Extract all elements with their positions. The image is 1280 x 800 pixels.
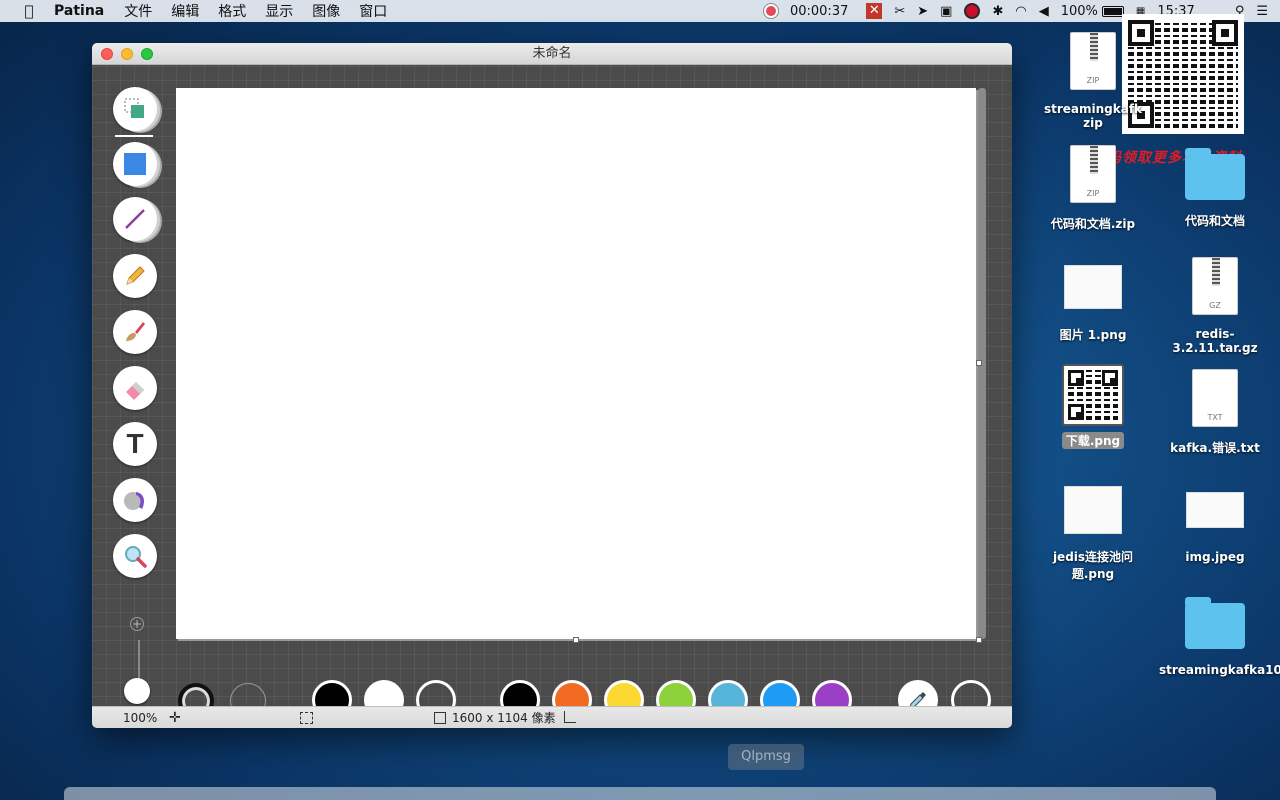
gz-file-icon: GZ xyxy=(1192,257,1238,315)
zoom-slider-knob[interactable] xyxy=(124,678,150,704)
icon-label: img.jpeg xyxy=(1185,550,1245,564)
recording-timer: 00:00:37 xyxy=(789,3,849,19)
apple-menu-icon[interactable]:  xyxy=(18,2,40,20)
folder-icon xyxy=(1185,597,1245,649)
icon-label: 下载.png xyxy=(1061,432,1125,449)
icon-label: streamingkafka10 xyxy=(1159,663,1280,677)
icon-label: streamingkafk xyxy=(1043,102,1143,116)
close-window-button[interactable] xyxy=(101,48,113,60)
square-icon xyxy=(124,153,146,175)
desktop-icon-redis-tar[interactable]: GZ redis-3.2.11.tar.gz xyxy=(1159,257,1271,355)
qr-thumbnail-icon xyxy=(1062,364,1124,426)
zoom-in-button[interactable]: + xyxy=(130,617,144,631)
zip-file-icon: ZIP xyxy=(1070,32,1116,90)
pencil-icon xyxy=(126,266,145,285)
icon-label: 题.png xyxy=(1071,567,1115,581)
txt-file-icon: TXT xyxy=(1192,369,1238,427)
window-title: 未命名 xyxy=(532,46,572,61)
bluetooth-icon[interactable]: ✱ xyxy=(992,4,1003,19)
app-menu[interactable]: Patina xyxy=(54,3,104,19)
menu-bar:  Patina 文件 编辑 格式 显示 图像 窗口 00:00:37 ✕ ✂ … xyxy=(0,0,1280,22)
menu-image[interactable]: 图像 xyxy=(312,1,340,21)
icon-label: jedis连接池问 xyxy=(1052,550,1134,564)
icon-label: zip xyxy=(1083,116,1103,130)
notification-center-icon[interactable]: ☰ xyxy=(1256,4,1268,19)
desktop-icon-download-png[interactable]: 下载.png xyxy=(1037,364,1149,449)
desktop-icon-streamingkafka10[interactable]: streamingkafka10 xyxy=(1159,597,1280,677)
window-icon[interactable]: ▣ xyxy=(940,4,952,19)
icon-label: 图片 1.png xyxy=(1059,328,1127,342)
icon-label: 代码和文档 xyxy=(1184,214,1245,228)
text-tool[interactable]: T xyxy=(113,422,157,466)
desktop-icon-picture-1[interactable]: 图片 1.png xyxy=(1037,265,1149,343)
magnifier-icon xyxy=(125,546,147,568)
selection-icon xyxy=(124,98,144,118)
eraser-icon xyxy=(126,382,144,400)
battery-percent: 100% xyxy=(1060,3,1098,19)
status-dot-icon[interactable] xyxy=(964,3,981,19)
title-bar[interactable]: 未命名 xyxy=(92,43,1012,65)
text-icon: T xyxy=(126,428,144,459)
pencil-tool[interactable] xyxy=(113,254,157,298)
icon-label: kafka.错误.txt xyxy=(1170,441,1260,455)
menu-file[interactable]: 文件 xyxy=(124,1,152,21)
menu-view[interactable]: 显示 xyxy=(265,1,293,21)
paint-bucket-icon xyxy=(124,492,144,510)
shape-tool[interactable] xyxy=(113,142,157,186)
menu-edit[interactable]: 编辑 xyxy=(171,1,199,21)
desktop-icon-kafka-error-txt[interactable]: TXT kafka.错误.txt xyxy=(1159,369,1271,456)
brush-tool[interactable] xyxy=(113,310,157,354)
active-tool-indicator xyxy=(115,135,153,137)
volume-icon[interactable]: ◀ xyxy=(1039,4,1049,19)
status-bar: 100% ✛ 1600 x 1104 像素 xyxy=(92,706,1012,728)
menu-window[interactable]: 窗口 xyxy=(359,1,387,21)
icon-label: 代码和文档.zip xyxy=(1050,217,1136,231)
selection-marquee-icon[interactable] xyxy=(300,712,313,724)
wifi-icon[interactable]: ◠ xyxy=(1015,4,1026,19)
menu-format[interactable]: 格式 xyxy=(218,1,246,21)
desktop-icon-img-jpeg[interactable]: img.jpeg xyxy=(1159,492,1271,564)
dock xyxy=(64,787,1216,800)
zoom-tool[interactable] xyxy=(113,534,157,578)
canvas-size-icon xyxy=(434,712,446,724)
resize-handle-bottom[interactable] xyxy=(573,637,579,643)
eraser-tool[interactable] xyxy=(113,366,157,410)
ruler-icon[interactable] xyxy=(564,711,576,723)
line-icon xyxy=(125,209,145,229)
battery-icon[interactable] xyxy=(1101,5,1124,17)
resize-handle-corner[interactable] xyxy=(976,637,982,643)
line-tool[interactable] xyxy=(113,197,157,241)
zoom-level[interactable]: 100% xyxy=(123,707,157,728)
recording-icon[interactable] xyxy=(763,4,778,18)
select-tool[interactable] xyxy=(113,87,157,131)
desktop-icon-streamingkafka-zip[interactable]: ZIP streamingkafk zip xyxy=(1037,32,1149,130)
desktop-icon-jedis-png[interactable]: jedis连接池问 题.png xyxy=(1037,486,1149,582)
image-thumbnail-icon xyxy=(1064,265,1122,309)
icon-label: redis-3.2.11.tar.gz xyxy=(1172,327,1258,355)
resize-handle-right[interactable] xyxy=(976,360,982,366)
send-icon[interactable]: ➤ xyxy=(917,4,928,19)
canvas-size[interactable]: 1600 x 1104 像素 xyxy=(452,707,556,728)
app-status-icon[interactable]: ✕ xyxy=(866,3,883,19)
minimize-window-button[interactable] xyxy=(121,48,133,60)
fill-tool[interactable] xyxy=(113,478,157,522)
brush-icon xyxy=(126,322,145,341)
folder-icon xyxy=(1185,148,1245,200)
work-area: T + − xyxy=(92,66,1012,724)
zip-file-icon: ZIP xyxy=(1070,145,1116,203)
patina-window: 未命名 T + 100% ✛ 1600 x 1104 像素 xyxy=(92,43,1012,728)
scissors-icon[interactable]: ✂ xyxy=(894,4,905,19)
zoom-window-button[interactable] xyxy=(141,48,153,60)
drawing-canvas[interactable] xyxy=(176,88,976,639)
image-thumbnail-icon xyxy=(1186,492,1244,528)
image-thumbnail-icon xyxy=(1064,486,1122,534)
dock-tooltip: Qlpmsg xyxy=(728,744,804,770)
desktop-icon-code-docs-zip[interactable]: ZIP 代码和文档.zip xyxy=(1037,145,1149,232)
move-icon[interactable]: ✛ xyxy=(169,707,181,728)
desktop-icon-code-docs-folder[interactable]: 代码和文档 xyxy=(1159,148,1271,229)
